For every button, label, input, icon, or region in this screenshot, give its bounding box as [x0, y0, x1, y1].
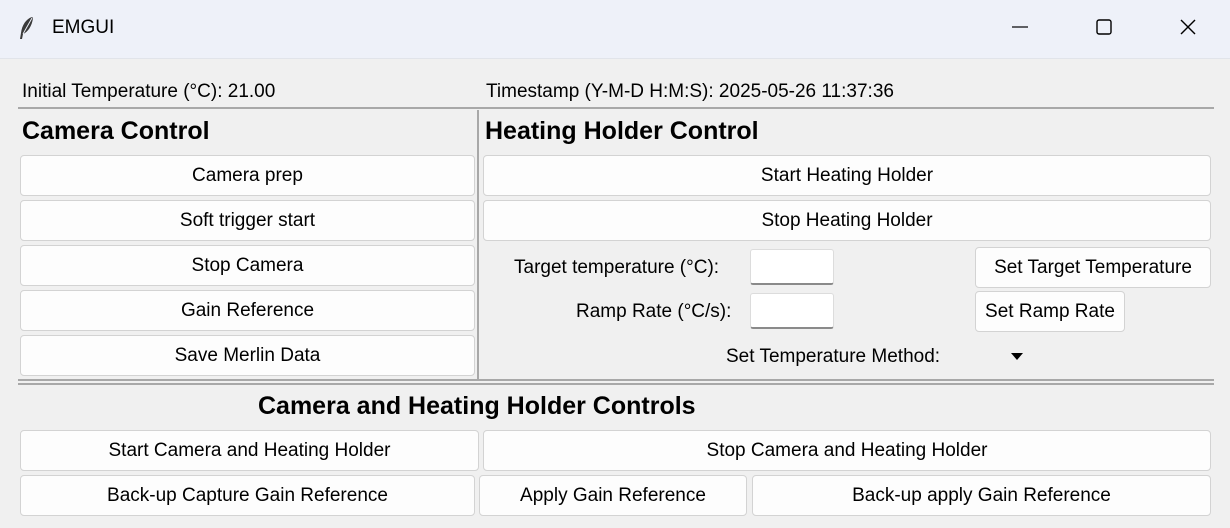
start-heating-holder-button[interactable]: Start Heating Holder: [483, 155, 1211, 196]
backup-apply-gain-reference-button[interactable]: Back-up apply Gain Reference: [752, 475, 1211, 516]
set-ramp-rate-button[interactable]: Set Ramp Rate: [975, 291, 1125, 332]
bottom-separator: [18, 379, 1214, 381]
title-bar: EMGUI: [0, 0, 1230, 59]
maximize-button[interactable]: [1062, 0, 1146, 58]
camera-control-title: Camera Control: [22, 117, 210, 145]
ramp-rate-label: Ramp Rate (°C/s):: [576, 301, 732, 322]
window-title: EMGUI: [52, 17, 115, 38]
emgui-window: EMGUI Initial Temperature (°C): 21.00 Ti…: [0, 0, 1230, 528]
soft-trigger-start-button[interactable]: Soft trigger start: [20, 200, 475, 241]
heating-holder-control-title: Heating Holder Control: [485, 117, 759, 145]
close-button[interactable]: [1146, 0, 1230, 58]
target-temperature-input[interactable]: [750, 249, 834, 285]
set-target-temperature-button[interactable]: Set Target Temperature: [975, 247, 1211, 288]
stop-camera-button[interactable]: Stop Camera: [20, 245, 475, 286]
dropdown-arrow-icon: [1011, 353, 1023, 360]
backup-capture-gain-reference-button[interactable]: Back-up Capture Gain Reference: [20, 475, 475, 516]
minimize-icon: [1012, 19, 1028, 40]
save-merlin-data-button[interactable]: Save Merlin Data: [20, 335, 475, 376]
ramp-rate-input[interactable]: [750, 293, 834, 329]
maximize-icon: [1096, 18, 1112, 40]
gain-reference-button[interactable]: Gain Reference: [20, 290, 475, 331]
combined-controls-title: Camera and Heating Holder Controls: [258, 392, 696, 420]
minimize-button[interactable]: [978, 0, 1062, 58]
temperature-method-dropdown[interactable]: [978, 340, 1038, 372]
stop-heating-holder-button[interactable]: Stop Heating Holder: [483, 200, 1211, 241]
timestamp-readout: Timestamp (Y-M-D H:M:S): 2025-05-26 11:3…: [486, 81, 894, 102]
start-camera-and-heating-holder-button[interactable]: Start Camera and Heating Holder: [20, 430, 479, 471]
vertical-separator: [477, 110, 479, 380]
stop-camera-and-heating-holder-button[interactable]: Stop Camera and Heating Holder: [483, 430, 1211, 471]
top-separator: [18, 107, 1214, 109]
initial-temperature-readout: Initial Temperature (°C): 21.00: [22, 81, 276, 102]
target-temperature-label: Target temperature (°C):: [514, 257, 720, 278]
camera-prep-button[interactable]: Camera prep: [20, 155, 475, 196]
bottom-separator-inner: [18, 383, 1214, 385]
close-icon: [1180, 19, 1196, 40]
temperature-method-label: Set Temperature Method:: [726, 346, 941, 367]
feather-icon: [18, 16, 36, 40]
apply-gain-reference-button[interactable]: Apply Gain Reference: [479, 475, 747, 516]
